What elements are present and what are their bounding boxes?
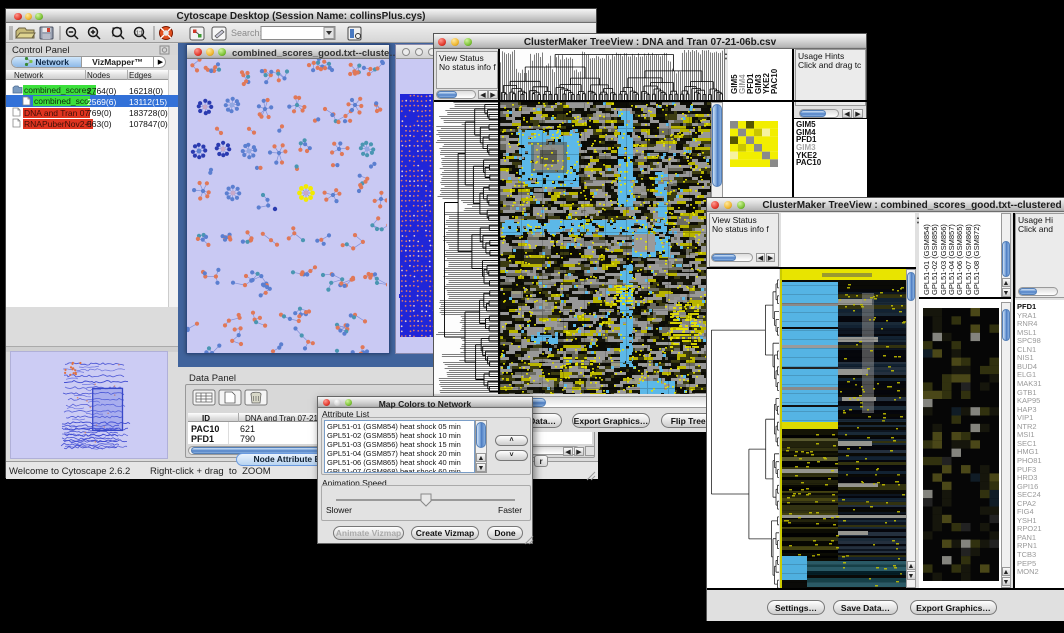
svg-text:1:1: 1:1 xyxy=(136,31,143,37)
svg-text:Search:: Search: xyxy=(231,28,262,38)
